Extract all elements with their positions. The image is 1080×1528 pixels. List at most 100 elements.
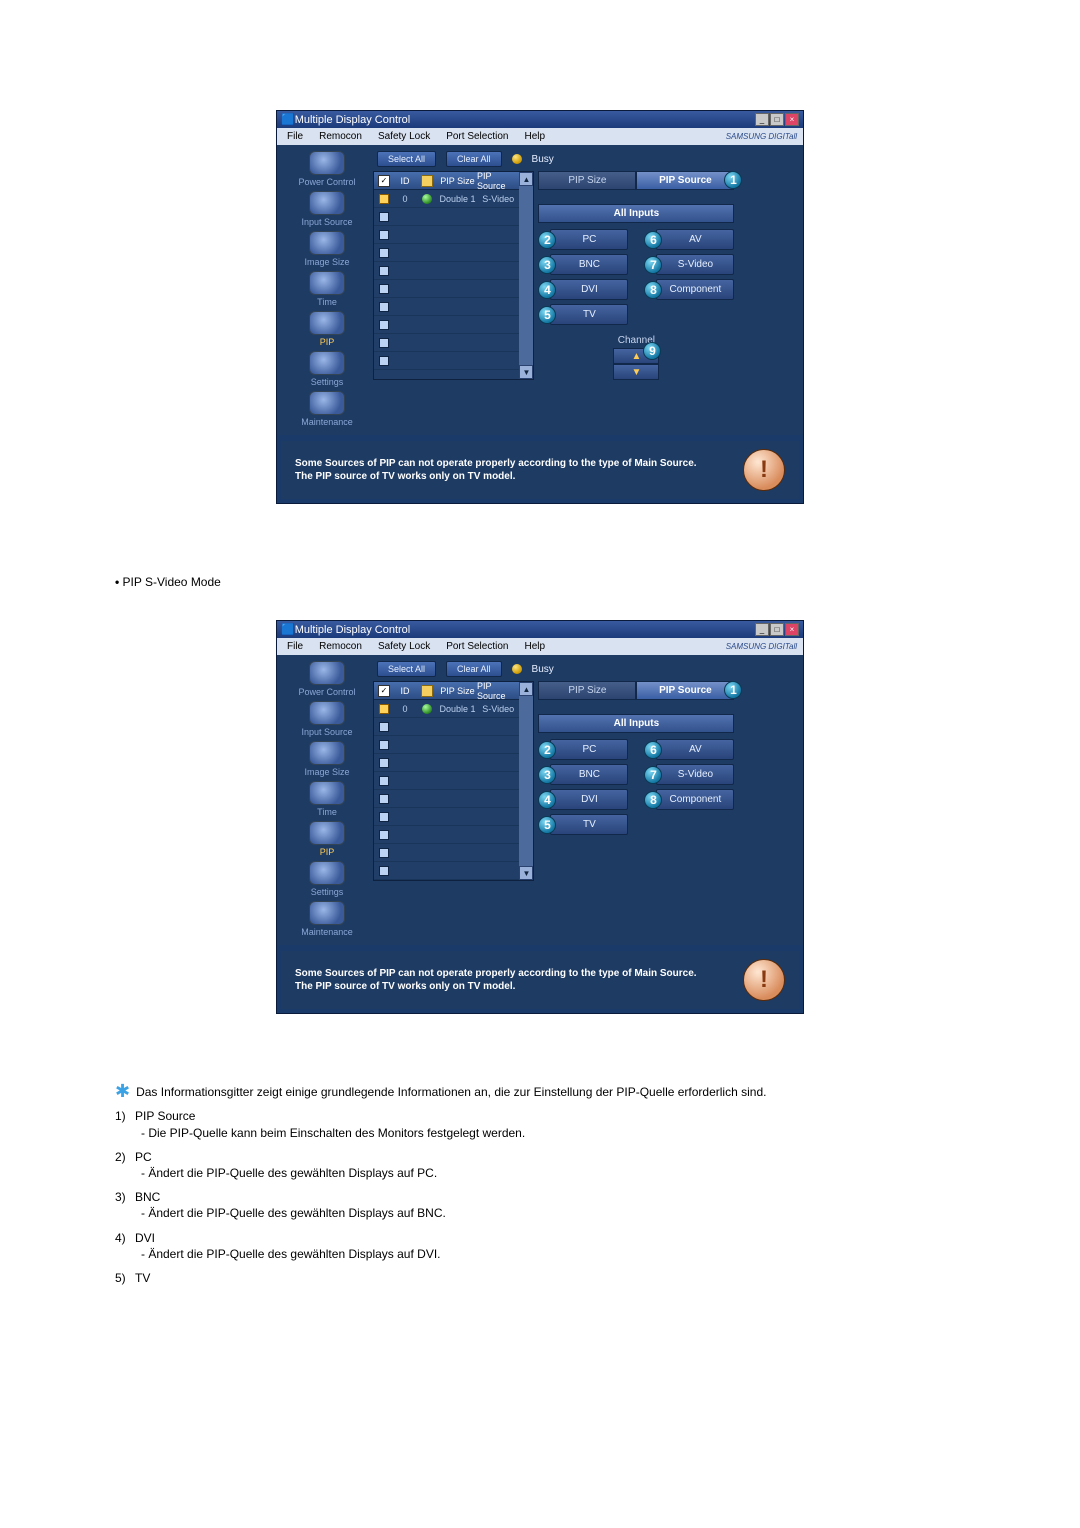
grid-scrollbar[interactable]: ▲▼ (519, 682, 533, 880)
row-checkbox[interactable] (379, 248, 389, 258)
tab-pip-size[interactable]: PIP Size (538, 171, 636, 190)
scroll-up-icon[interactable]: ▲ (519, 172, 533, 186)
row-checkbox[interactable] (379, 212, 389, 222)
all-inputs-header: All Inputs (538, 714, 734, 733)
nav-image-size[interactable]: Image Size (304, 231, 349, 267)
row-checkbox[interactable] (379, 740, 389, 750)
nav-pip[interactable]: PIP (309, 311, 345, 347)
row-checkbox[interactable] (379, 848, 389, 858)
dvi-button[interactable]: DVI (550, 789, 628, 810)
av-button[interactable]: AV (656, 229, 734, 250)
window-buttons: _□× (755, 623, 799, 636)
clock-icon (309, 781, 345, 805)
grid-toolbar: Select AllClear AllBusy (373, 661, 799, 677)
row-checkbox[interactable] (379, 866, 389, 876)
tab-pip-size[interactable]: PIP Size (538, 681, 636, 700)
tv-button[interactable]: TV (550, 304, 628, 325)
maximize-button[interactable]: □ (770, 113, 784, 126)
select-all-checkbox[interactable]: ✓ (378, 175, 390, 187)
desc-item: 4)DVI- Ändert die PIP-Quelle des gewählt… (115, 1230, 965, 1262)
menu-file[interactable]: File (279, 129, 311, 144)
menu-remocon[interactable]: Remocon (311, 129, 370, 144)
menu-safety-lock[interactable]: Safety Lock (370, 129, 438, 144)
row-checkbox[interactable] (379, 302, 389, 312)
menu-file[interactable]: File (279, 639, 311, 654)
scroll-down-icon[interactable]: ▼ (519, 365, 533, 379)
select-all-button[interactable]: Select All (377, 661, 436, 677)
menu-port-selection[interactable]: Port Selection (438, 129, 516, 144)
row-checkbox[interactable] (379, 812, 389, 822)
row-checkbox[interactable] (379, 758, 389, 768)
nav-image-size-label: Image Size (304, 257, 349, 267)
left-nav: Power Control Input Source Image Size Time P… (281, 151, 373, 431)
menu-help[interactable]: Help (516, 639, 553, 654)
nav-time-label: Time (317, 297, 337, 307)
scroll-down-icon[interactable]: ▼ (519, 866, 533, 880)
nav-power-control[interactable]: Power Control (298, 661, 355, 697)
nav-time[interactable]: Time (309, 781, 345, 817)
nav-settings[interactable]: Settings (309, 351, 345, 387)
row-checkbox[interactable] (379, 722, 389, 732)
nav-settings[interactable]: Settings (309, 861, 345, 897)
close-button[interactable]: × (785, 113, 799, 126)
cell-pip-size: Double 1 (438, 700, 477, 718)
tv-button[interactable]: TV (550, 814, 628, 835)
select-all-checkbox[interactable]: ✓ (378, 685, 390, 697)
desc-sub: - Ändert die PIP-Quelle des gewählten Di… (115, 1165, 965, 1181)
maximize-button[interactable]: □ (770, 623, 784, 636)
row-checkbox[interactable] (379, 230, 389, 240)
tab-pip-source[interactable]: PIP Source (636, 171, 734, 190)
clear-all-button[interactable]: Clear All (446, 151, 502, 167)
row-checkbox[interactable] (379, 356, 389, 366)
component-button[interactable]: Component (656, 279, 734, 300)
row-checkbox[interactable] (379, 830, 389, 840)
tab-pip-source[interactable]: PIP Source (636, 681, 734, 700)
svideo-button[interactable]: S-Video (656, 254, 734, 275)
pc-button[interactable]: PC (550, 739, 628, 760)
row-checkbox[interactable] (379, 266, 389, 276)
desc-sub: - Ändert die PIP-Quelle des gewählten Di… (115, 1205, 965, 1221)
select-all-button[interactable]: Select All (377, 151, 436, 167)
nav-time[interactable]: Time (309, 271, 345, 307)
dvi-button[interactable]: DVI (550, 279, 628, 300)
nav-input-source[interactable]: Input Source (301, 701, 352, 737)
scroll-up-icon[interactable]: ▲ (519, 682, 533, 696)
mode-bullet: • PIP S-Video Mode (115, 574, 965, 590)
cell-pip-source: S-Video (477, 190, 519, 208)
menu-help[interactable]: Help (516, 129, 553, 144)
component-button[interactable]: Component (656, 789, 734, 810)
pc-button[interactable]: PC (550, 229, 628, 250)
grid-scrollbar[interactable]: ▲▼ (519, 172, 533, 379)
row-checkbox[interactable] (379, 794, 389, 804)
busy-label: Busy (532, 154, 554, 165)
close-button[interactable]: × (785, 623, 799, 636)
av-button[interactable]: AV (656, 739, 734, 760)
bnc-button[interactable]: BNC (550, 764, 628, 785)
pip-icon (309, 821, 345, 845)
row-checkbox[interactable] (379, 338, 389, 348)
row-checkbox[interactable] (379, 704, 389, 714)
row-checkbox[interactable] (379, 194, 389, 204)
nav-input-source[interactable]: Input Source (301, 191, 352, 227)
channel-down-icon[interactable]: ▼ (613, 364, 659, 380)
nav-image-size[interactable]: Image Size (304, 741, 349, 777)
row-checkbox[interactable] (379, 320, 389, 330)
menu-safety-lock[interactable]: Safety Lock (370, 639, 438, 654)
status-ok-icon (422, 704, 432, 714)
menu-port-selection[interactable]: Port Selection (438, 639, 516, 654)
clear-all-button[interactable]: Clear All (446, 661, 502, 677)
power-icon (309, 151, 345, 175)
nav-pip[interactable]: PIP (309, 821, 345, 857)
nav-maintenance[interactable]: Maintenance (301, 901, 353, 937)
grid-toolbar: Select All Clear All Busy (373, 151, 799, 167)
nav-power-control[interactable]: Power Control (298, 151, 355, 187)
nav-maintenance[interactable]: Maintenance (301, 391, 353, 427)
minimize-button[interactable]: _ (755, 113, 769, 126)
row-checkbox[interactable] (379, 284, 389, 294)
callout-3: 3 (538, 766, 556, 784)
bnc-button[interactable]: BNC (550, 254, 628, 275)
menu-remocon[interactable]: Remocon (311, 639, 370, 654)
row-checkbox[interactable] (379, 776, 389, 786)
svideo-button[interactable]: S-Video (656, 764, 734, 785)
minimize-button[interactable]: _ (755, 623, 769, 636)
